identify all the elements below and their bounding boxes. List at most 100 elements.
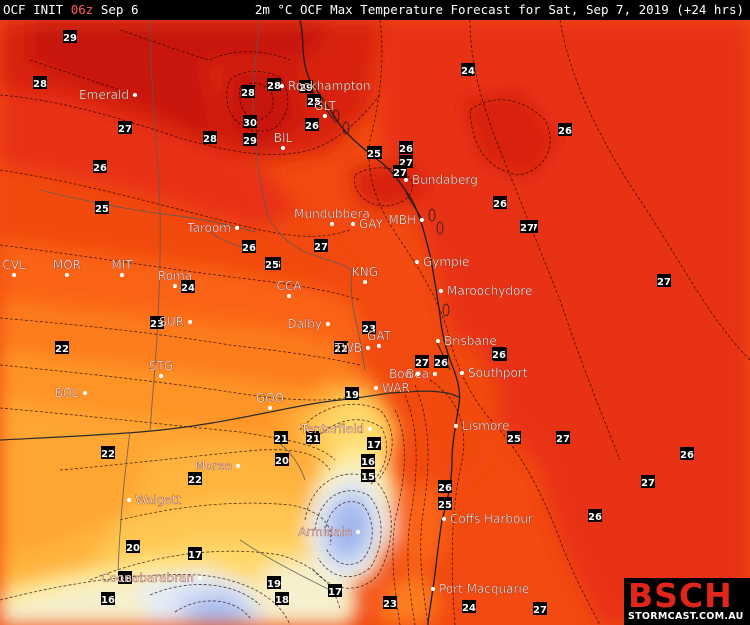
place-dot xyxy=(415,371,421,377)
place-name: Bundaberg xyxy=(412,173,478,187)
place-name: Emerald xyxy=(79,88,129,102)
header-bar: OCF INIT 06z Sep 6 2m °C OCF Max Tempera… xyxy=(0,0,750,20)
temperature-map[interactable]: 29 28 27 26 25 30 29 28 24 26 27 28 25 26 27 25 26 27 24 23… xyxy=(0,20,750,625)
place-name: Lismore xyxy=(462,419,509,433)
isotherm-label: 24 xyxy=(461,63,475,77)
label-value: 29 xyxy=(243,136,257,147)
place-name: STG xyxy=(149,359,173,373)
label-value: 28 xyxy=(267,81,281,92)
label-value: 26 xyxy=(438,483,452,494)
place-dot xyxy=(267,405,273,411)
place-name: Gympie xyxy=(423,255,469,269)
isotherm-label: 15 xyxy=(361,469,375,483)
label-value: 27 xyxy=(556,434,570,445)
place-name: Roma xyxy=(158,269,192,283)
place-name: Coonabarabran xyxy=(101,571,194,585)
isotherm-label: 27 xyxy=(314,239,328,253)
place-name: GOO xyxy=(256,391,284,405)
isotherm-label: 23 xyxy=(383,596,397,610)
label-value: 17 xyxy=(367,440,381,451)
label-value: 22 xyxy=(55,344,69,355)
label-value: 27 xyxy=(393,168,407,179)
label-value: 27 xyxy=(520,223,534,234)
isotherm-label: 27 xyxy=(393,165,407,179)
label-value: 22 xyxy=(101,449,115,460)
place-maroochydore: Maroochydore xyxy=(438,284,533,298)
label-value: 21 xyxy=(274,434,288,445)
place-dot xyxy=(119,272,125,278)
label-value: 26 xyxy=(434,358,448,369)
isotherm-label: 22 xyxy=(101,446,115,460)
place-dot xyxy=(280,145,286,151)
isotherm-label: 24 xyxy=(462,600,476,614)
place-name: Brisbane xyxy=(444,334,497,348)
isotherm-label: 26 xyxy=(588,509,602,523)
place-dot xyxy=(234,225,240,231)
isotherm-label: 28 xyxy=(33,76,47,90)
label-value: 26 xyxy=(493,199,507,210)
place-dot xyxy=(197,575,203,581)
place-name: Rockhampton xyxy=(288,79,371,93)
place-name: CCA xyxy=(277,279,303,293)
place-dot xyxy=(158,373,164,379)
place-dot xyxy=(132,92,138,98)
isotherm-label: 27 xyxy=(657,274,671,288)
label-value: 25 xyxy=(265,260,279,271)
label-value: 25 xyxy=(507,434,521,445)
place-name: GLT xyxy=(314,99,336,113)
label-value: 28 xyxy=(241,88,255,99)
place-dot xyxy=(435,338,441,344)
place-name: GAY xyxy=(359,217,384,231)
isotherm-label: 16 xyxy=(361,454,375,468)
isotherm-label: 29 xyxy=(243,133,257,147)
place-name: Coffs Harbour xyxy=(450,512,533,526)
place-dot xyxy=(432,371,438,377)
isotherm-label: 20 xyxy=(126,540,140,554)
isotherm-label: 17 xyxy=(328,584,342,598)
place-coffs-harbour: Coffs Harbour xyxy=(441,512,533,526)
place-dot xyxy=(126,497,132,503)
place-dot xyxy=(419,217,425,223)
place-dot xyxy=(322,113,328,119)
isotherm-label: 26 xyxy=(399,141,413,155)
label-value: 17 xyxy=(328,587,342,598)
init-date: Sep 6 xyxy=(100,2,139,17)
label-value: 18 xyxy=(275,595,289,606)
place-dot xyxy=(325,321,331,327)
place-name: GAT xyxy=(367,329,392,343)
label-value: 30 xyxy=(243,118,257,129)
place-dot xyxy=(430,586,436,592)
place-name: CVL xyxy=(2,258,26,272)
isotherm-label: 19 xyxy=(267,576,281,590)
label-value: 17 xyxy=(188,550,202,561)
label-value: 16 xyxy=(101,595,115,606)
bsch-logo: BSCH STORMCAST.COM.AU xyxy=(624,576,750,625)
init-time: 06z xyxy=(70,2,94,17)
isotherm-label: 26 xyxy=(493,196,507,210)
isotherm-label: 27 xyxy=(641,475,655,489)
label-value: 26 xyxy=(93,163,107,174)
place-dot xyxy=(329,221,335,227)
place-name: MIT xyxy=(111,258,133,272)
place-name: Port Macquarie xyxy=(439,582,529,596)
label-value: 27 xyxy=(641,478,655,489)
place-name: BOL xyxy=(55,386,79,400)
isotherm-label: 22 xyxy=(188,472,202,486)
label-value: 23 xyxy=(383,599,397,610)
label-value: 24 xyxy=(461,66,475,77)
isotherm-label: 17 xyxy=(367,437,381,451)
isotherm-label: 27 xyxy=(533,602,547,616)
place-dot xyxy=(367,426,373,432)
place-brisbane: Brisbane xyxy=(435,334,497,348)
place-dot xyxy=(64,272,70,278)
model-label: OCF INIT xyxy=(3,2,64,17)
place-name: MBH xyxy=(388,213,416,227)
label-value: 16 xyxy=(361,457,375,468)
isotherm-label: 19 xyxy=(345,387,359,401)
isotherm-label: 28 xyxy=(241,85,255,99)
isotherm-label: 25 xyxy=(438,497,452,511)
place-dot xyxy=(235,463,241,469)
place-name: Boo xyxy=(389,367,412,381)
isotherm-label: 30 xyxy=(243,115,257,129)
label-value: 20 xyxy=(275,456,289,467)
